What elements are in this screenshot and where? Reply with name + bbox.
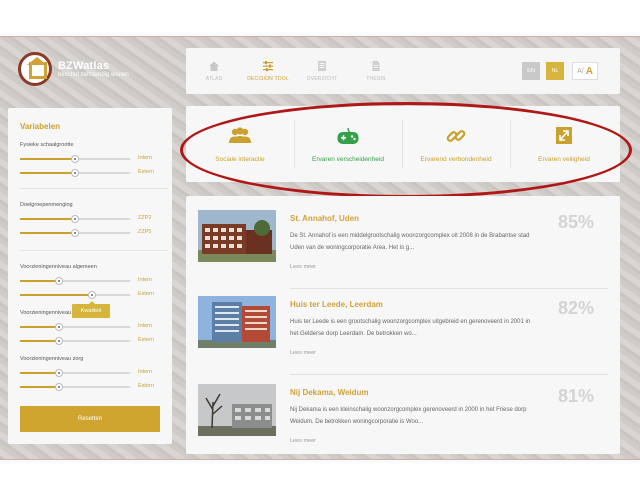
slider-row: ZZP2 — [20, 214, 166, 224]
language-nl-button[interactable]: NL — [546, 62, 564, 80]
slider-label: ZZP5 — [138, 229, 152, 235]
font-size-large: A — [585, 65, 593, 77]
slider-label: Extern — [138, 383, 154, 389]
slider-label: Intern — [138, 155, 153, 161]
result-description: Huis ter Leede is een grootschalig woonz… — [290, 319, 531, 337]
nav-overzicht[interactable]: OVERZICHT — [295, 48, 349, 94]
top-margin — [0, 0, 640, 36]
divider — [290, 288, 608, 289]
group-title: Voorzieningenniveau — [20, 310, 72, 316]
slider-row: ZZP5 — [20, 228, 166, 238]
slider-thumb[interactable] — [87, 291, 96, 299]
slider-row: Intern — [20, 276, 166, 286]
result-photo — [198, 296, 276, 348]
group-title: Fysieke schaalgrootte — [20, 142, 74, 148]
logo[interactable]: BZWatlas beschut zelfstandig wonen — [18, 52, 129, 86]
result-score: 85% — [557, 212, 594, 232]
slider-thumb[interactable] — [54, 383, 63, 391]
slider-thumb[interactable] — [71, 229, 79, 237]
result-item[interactable]: Huis ter Leede, Leerdam Huis ter Leede i… — [198, 296, 608, 376]
divider — [20, 250, 168, 251]
slider-label: Extern — [138, 169, 154, 175]
slider-row: Intern — [20, 368, 166, 378]
slider-label: Extern — [138, 291, 154, 297]
nav-overzicht-label: OVERZICHT — [306, 76, 338, 82]
result-title[interactable]: St. Annahof, Uden — [290, 214, 359, 223]
slider-row: Extern — [20, 290, 166, 300]
slider-thumb[interactable] — [54, 337, 63, 345]
slider-thumb[interactable] — [71, 215, 79, 223]
highlight-annotation-oval — [180, 102, 632, 198]
slider-tooltip: Kwaliteit — [72, 301, 110, 318]
document-icon — [318, 61, 326, 71]
logo-subtitle: beschut zelfstandig wonen — [58, 72, 129, 78]
result-item[interactable]: St. Annahof, Uden De St. Annahof is een … — [198, 210, 608, 290]
divider — [290, 374, 608, 375]
result-photo — [198, 384, 276, 436]
results-list: St. Annahof, Uden De St. Annahof is een … — [186, 196, 620, 454]
slider-thumb[interactable] — [71, 169, 79, 177]
nav-decision-tool[interactable]: DECISION TOOL — [241, 48, 295, 94]
slider-row: Extern — [20, 168, 166, 178]
slider-label: Intern — [138, 369, 153, 375]
slider-row: Intern — [20, 322, 166, 332]
slider-label: Extern — [138, 337, 154, 343]
result-description: Nij Dekama is een kleinschalig woonzorgc… — [290, 407, 527, 425]
read-more-link[interactable]: Lees meer — [290, 350, 316, 356]
result-score: 82% — [557, 298, 594, 318]
file-icon — [372, 61, 380, 71]
group-title: Voorzieningenniveau algemeen — [20, 264, 97, 270]
slider-thumb[interactable] — [54, 323, 63, 331]
variables-title: Variabelen — [20, 122, 61, 131]
read-more-link[interactable]: Lees meer — [290, 438, 316, 444]
logo-title: BZWatlas — [58, 60, 110, 72]
result-description: De St. Annahof is een middelgrootschalig… — [290, 233, 530, 251]
slider-label: ZZP2 — [138, 215, 152, 221]
slider-label: Intern — [138, 277, 153, 283]
font-size-separator: / — [581, 67, 584, 75]
slider-thumb[interactable] — [71, 155, 79, 163]
nav-atlas-label: ATLAS — [205, 76, 223, 82]
reset-button[interactable]: Resetten — [20, 406, 160, 432]
variables-panel: Variabelen Fysieke schaalgrootte Intern … — [8, 108, 172, 444]
slider-thumb[interactable] — [54, 277, 63, 285]
slider-row: Intern — [20, 154, 166, 164]
slider-label: Intern — [138, 323, 153, 329]
slider-thumb[interactable] — [54, 369, 63, 377]
slider-row: Extern — [20, 336, 166, 346]
language-en-button[interactable]: EN — [522, 62, 540, 80]
sliders-icon — [263, 61, 273, 72]
nav-thesis[interactable]: THESIS — [349, 48, 403, 94]
home-icon — [209, 61, 219, 71]
divider — [20, 188, 168, 189]
slider-row: Extern — [20, 382, 166, 392]
result-score: 81% — [557, 386, 594, 406]
result-title[interactable]: Huis ter Leede, Leerdam — [290, 300, 383, 309]
result-title[interactable]: Nij Dekama, Weidum — [290, 388, 369, 397]
nav-thesis-label: THESIS — [366, 76, 386, 82]
font-size-toggle[interactable]: A / A — [572, 62, 598, 80]
group-title: Voorzieningenniveau zorg — [20, 356, 84, 362]
bottom-margin — [0, 460, 640, 480]
result-item[interactable]: Nij Dekama, Weidum Nij Dekama is een kle… — [198, 384, 608, 454]
logo-house-icon — [18, 52, 52, 86]
nav-atlas[interactable]: ATLAS — [187, 48, 241, 94]
top-navigation: ATLAS DECISION TOOL OVERZICHT THESIS EN … — [186, 48, 620, 94]
nav-decision-tool-label: DECISION TOOL — [247, 76, 289, 82]
group-title: Doelgroepenmenging — [20, 202, 73, 208]
read-more-link[interactable]: Lees meer — [290, 264, 316, 270]
result-photo — [198, 210, 276, 262]
